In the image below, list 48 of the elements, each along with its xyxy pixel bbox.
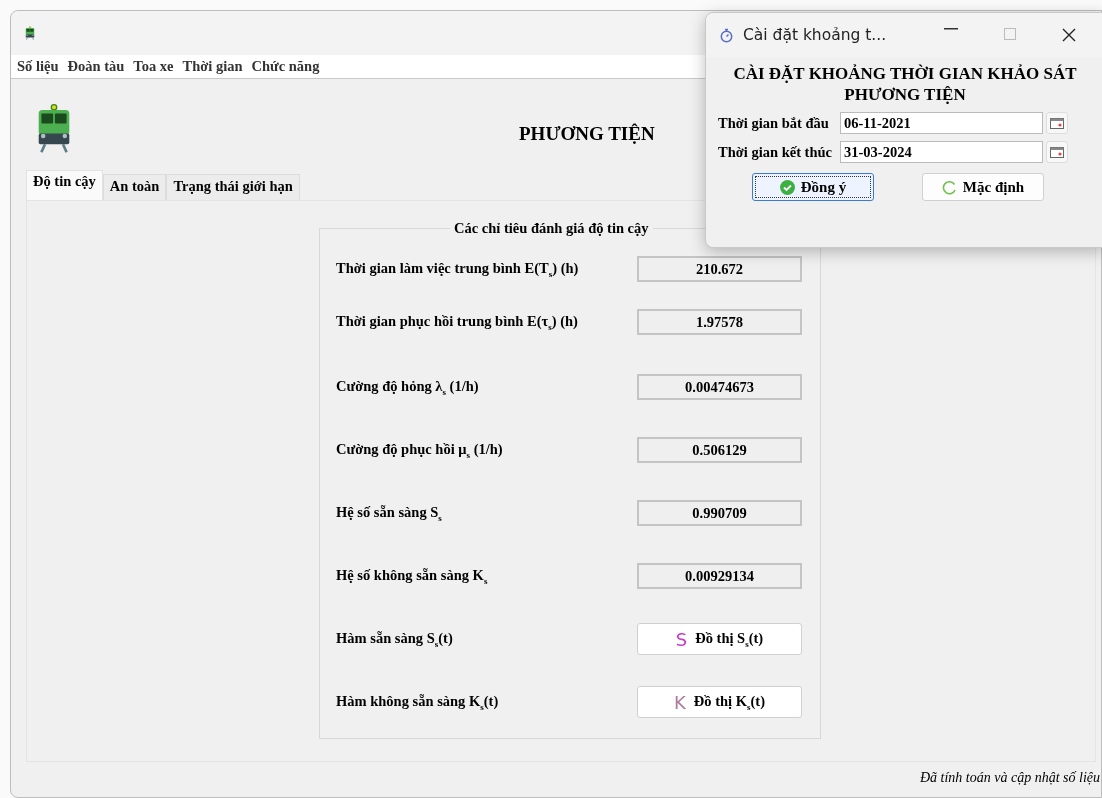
field-label: Cường độ phục hồi μ$_{s}$ (1/h) — [336, 440, 504, 460]
value-field: 0.506129 — [637, 437, 802, 463]
ok-button[interactable]: Đồng ý — [752, 173, 874, 201]
menu-item[interactable]: Thời gian — [182, 58, 243, 75]
value-field: 210.672 — [637, 256, 802, 282]
field-label: Hệ số không sẵn sàng K$_{s}$ — [336, 566, 489, 586]
stopwatch-icon — [720, 27, 733, 43]
calendar-icon — [1050, 146, 1064, 158]
tab[interactable]: Độ tin cậy — [26, 170, 103, 200]
check-icon — [779, 179, 795, 195]
close-icon[interactable] — [1062, 28, 1076, 42]
value-field: 0.990709 — [637, 500, 802, 526]
chart-button[interactable]: S Đồ thị S$_{s}$(t) — [637, 623, 802, 655]
letter-icon: K — [674, 691, 686, 713]
page-title: PHƯƠNG TIỆN — [519, 123, 655, 145]
field-label: Thời gian phục hồi trung bình E(τ$_{s}$) (h) — [336, 312, 579, 332]
menu-item[interactable]: Đoàn tàu — [67, 58, 125, 75]
chart-button[interactable]: K Đồ thị K$_{s}$(t) — [637, 686, 802, 718]
field-label: Hàm sẵn sàng S$_{s}$(t) — [336, 629, 454, 649]
date-field[interactable]: 06-11-2021 — [840, 112, 1043, 134]
reset-button[interactable]: Mặc định — [922, 173, 1044, 201]
refresh-icon — [941, 179, 957, 195]
letter-icon: S — [675, 628, 688, 650]
status-text: Đã tính toán và cập nhật số liệu — [919, 770, 1101, 786]
calendar-button[interactable] — [1046, 141, 1068, 163]
field-label: Thời gian bắt đầu — [718, 114, 830, 132]
menu-item[interactable]: Chức năng — [251, 58, 320, 75]
value-field: 0.00474673 — [637, 374, 802, 400]
tab[interactable]: Trạng thái giới hạn — [166, 174, 300, 200]
field-label: Cường độ hỏng λ$_{s}$ (1/h) — [336, 377, 480, 397]
train-icon — [36, 101, 72, 155]
date-field[interactable]: 31-03-2024 — [840, 141, 1043, 163]
tab[interactable]: An toàn — [102, 174, 167, 200]
group-title: Các chỉ tiêu đánh giá độ tin cậy — [450, 220, 653, 237]
value-field: 1.97578 — [637, 309, 802, 335]
field-label: Hàm không sẵn sàng K$_{s}$(t) — [336, 692, 500, 712]
window-title: Cài đặt khoảng t... — [743, 26, 888, 44]
train-icon — [25, 26, 35, 40]
field-label: Hệ số sẵn sàng S$_{s}$ — [336, 503, 443, 523]
calendar-icon — [1050, 117, 1064, 129]
calendar-button[interactable] — [1046, 112, 1068, 134]
field-label: Thời gian làm việc trung bình E(T$_{s}$) (h) — [336, 259, 580, 279]
minimize-icon[interactable] — [944, 28, 958, 30]
value-field: 0.00929134 — [637, 563, 802, 589]
field-label: Thời gian kết thúc — [718, 143, 833, 161]
menu-item[interactable]: Số liệu — [17, 58, 59, 75]
menu-item[interactable]: Toa xe — [133, 58, 174, 75]
dialog-heading: CÀI ĐẶT KHOẢNG THỜI GIAN KHẢO SÁT PHƯƠNG TIỆN — [732, 63, 1078, 105]
